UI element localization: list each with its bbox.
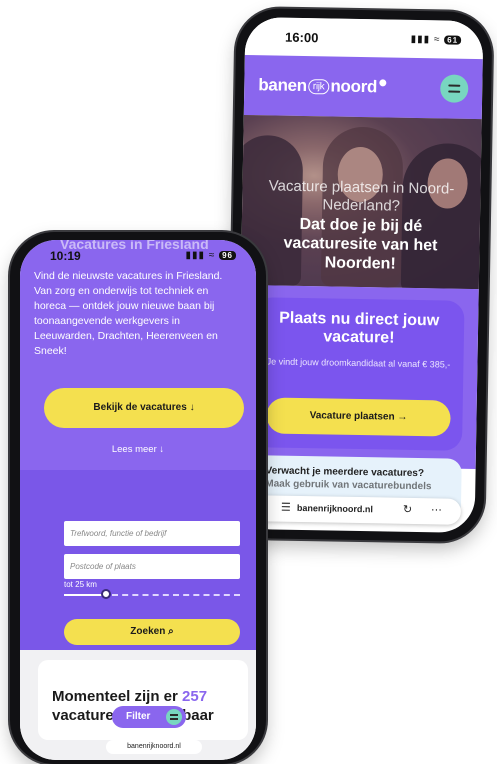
signal-icon: ▮▮▮ bbox=[410, 33, 431, 46]
result-count: 257 bbox=[182, 688, 208, 705]
back-phone-frame: 16:00 ▮▮▮ ≈ 61 banen rijk noord Vacature… bbox=[227, 7, 493, 543]
hero-image: Vacature plaatsen in Noord-Nederland? Da… bbox=[240, 114, 482, 290]
front-phone-frame: Vacatures in Friesland 10:19 ▮▮▮ ≈ 96 Vi… bbox=[10, 232, 266, 764]
result-prefix: Momenteel zijn er bbox=[52, 688, 178, 705]
browser-url-pill[interactable]: banenrijknoord.nl bbox=[106, 740, 202, 754]
browser-address-bar[interactable]: ‹ ☰ banenrijknoord.nl ↻ ⋯ bbox=[250, 495, 462, 525]
bundle-subtext: Maak gebruik van vacaturebundels bbox=[265, 478, 432, 493]
status-bar: 16:00 ▮▮▮ ≈ 61 bbox=[244, 16, 484, 60]
distance-label: tot 25 km bbox=[64, 580, 97, 589]
vacature-plaatsen-button[interactable]: Vacature plaatsen → bbox=[266, 397, 451, 437]
slider-fill bbox=[64, 594, 106, 596]
intro-text: Vind de nieuwste vacatures in Friesland.… bbox=[34, 270, 223, 357]
hero-title: Dat doe je bij dé vacaturesite van het N… bbox=[283, 215, 438, 273]
logo-text-banen: banen bbox=[258, 75, 308, 96]
intro-section: Vacatures in Friesland 10:19 ▮▮▮ ≈ 96 Vi… bbox=[20, 240, 256, 470]
signal-icon: ▮▮▮ bbox=[185, 250, 206, 261]
wifi-icon: ≈ bbox=[208, 250, 216, 261]
logo-text-rijk: rijk bbox=[307, 79, 330, 95]
reload-icon[interactable]: ↻ bbox=[403, 503, 412, 516]
tabs-icon[interactable]: ☰ bbox=[281, 501, 291, 514]
filter-icon-line bbox=[170, 718, 178, 720]
status-bar: 10:19 ▮▮▮ ≈ 96 bbox=[20, 240, 256, 266]
hamburger-icon-line bbox=[448, 90, 461, 93]
status-icons: ▮▮▮ ≈ 96 bbox=[186, 250, 236, 261]
menu-button[interactable] bbox=[440, 74, 469, 103]
logo-dot-icon bbox=[379, 79, 387, 87]
battery-icon: 61 bbox=[444, 35, 462, 45]
distance-slider[interactable] bbox=[64, 589, 240, 599]
bekijk-vacatures-button[interactable]: Bekijk de vacatures ↓ bbox=[44, 388, 244, 428]
status-icons: ▮▮▮ ≈ 61 bbox=[411, 34, 462, 46]
url-text: banenrijknoord.nl bbox=[296, 502, 374, 515]
result-count-line: Momenteel zijn er 257 bbox=[52, 688, 207, 705]
keyword-input[interactable]: Trefwoord, functie of bedrijf bbox=[64, 521, 240, 546]
search-button[interactable]: Zoeken ⌕ bbox=[64, 619, 240, 645]
filter-icon bbox=[166, 709, 182, 725]
logo-text-noord: noord bbox=[330, 76, 378, 97]
back-phone-screen: 16:00 ▮▮▮ ≈ 61 banen rijk noord Vacature… bbox=[236, 16, 484, 534]
lees-meer-link[interactable]: Lees meer ↓ bbox=[20, 444, 256, 455]
site-logo[interactable]: banen rijk noord bbox=[258, 75, 387, 97]
postcode-input[interactable]: Postcode of plaats bbox=[64, 554, 240, 579]
filter-label: Filter bbox=[126, 711, 151, 722]
more-options-icon[interactable]: ⋯ bbox=[431, 503, 442, 516]
status-time: 16:00 bbox=[285, 29, 319, 46]
hamburger-icon bbox=[448, 84, 461, 87]
cta-title: Plaats nu direct jouw vacature! bbox=[279, 309, 440, 347]
cta-card: Plaats nu direct jouw vacature! Je vindt… bbox=[251, 297, 465, 451]
result-count-card: Momenteel zijn er 257 vacatures beschikb… bbox=[38, 660, 248, 740]
battery-icon: 96 bbox=[219, 251, 236, 260]
cta-description: Je vindt jouw droomkandidaat al vanaf € … bbox=[266, 356, 451, 370]
front-phone-screen: Vacatures in Friesland 10:19 ▮▮▮ ≈ 96 Vi… bbox=[20, 240, 256, 760]
wifi-icon: ≈ bbox=[433, 34, 441, 46]
hero-subtitle: Vacature plaatsen in Noord-Nederland? bbox=[268, 177, 455, 215]
status-time: 10:19 bbox=[50, 249, 81, 263]
filter-button[interactable]: Filter bbox=[112, 706, 186, 728]
slider-remaining bbox=[112, 594, 240, 596]
hero-text: Vacature plaatsen in Noord-Nederland? Da… bbox=[251, 177, 471, 275]
site-header: banen rijk noord bbox=[243, 54, 483, 120]
filter-icon-line bbox=[170, 714, 178, 716]
slider-handle[interactable] bbox=[101, 589, 111, 599]
